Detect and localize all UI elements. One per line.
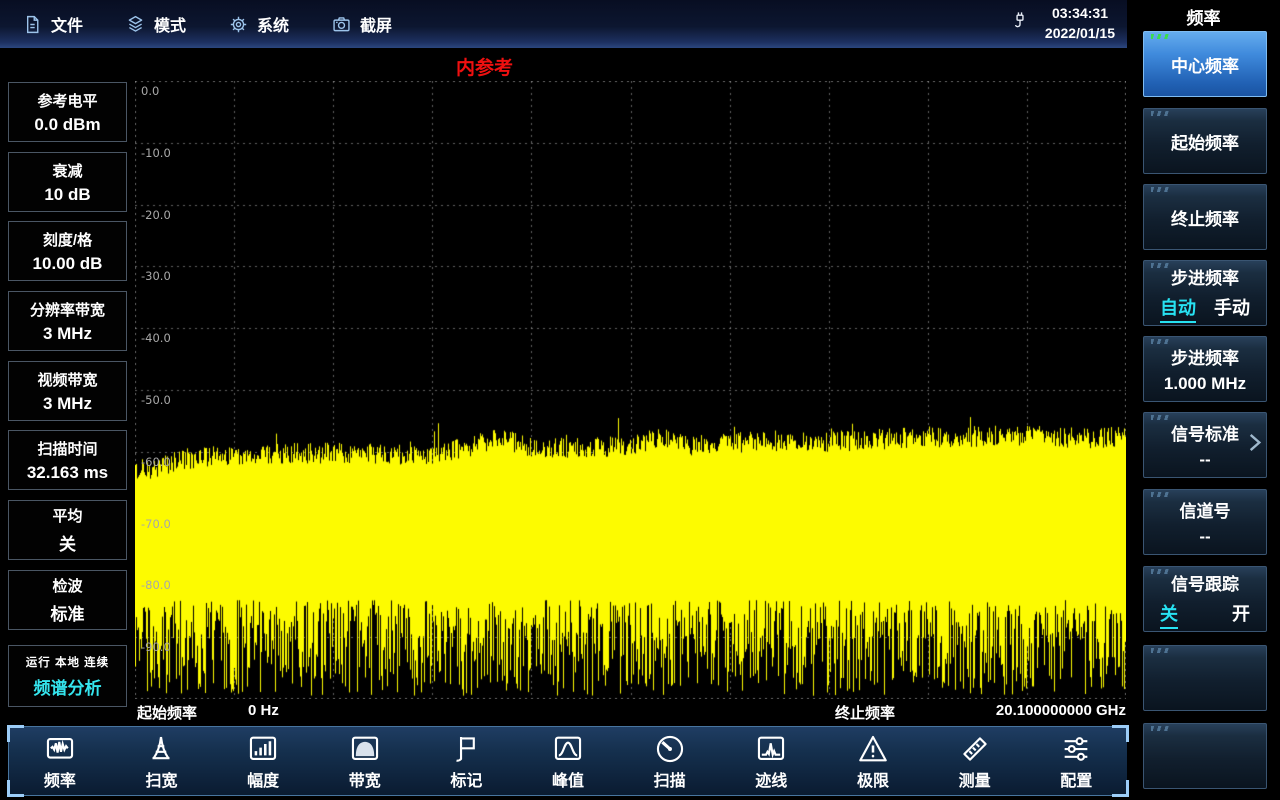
- top-menu: 文件 模式 系统: [0, 0, 1127, 48]
- toolbar-item-marker[interactable]: 标记: [416, 727, 518, 795]
- span-tower-icon: [144, 732, 178, 766]
- softkey-slash-decoration: [1151, 111, 1170, 116]
- menu-item-file[interactable]: 文件: [22, 12, 83, 36]
- toolbar-corner-bracket: [7, 725, 24, 742]
- readout-average: 平均 关: [8, 500, 127, 560]
- gear-icon: [228, 14, 249, 35]
- main-function-toolbar: 频率 扫宽 幅度 带宽: [8, 726, 1128, 796]
- toolbar-item-bandwidth[interactable]: 带宽: [314, 727, 416, 795]
- softkey-slash-decoration: [1151, 415, 1170, 420]
- softkey-blank-2[interactable]: [1143, 723, 1267, 789]
- start-frequency-value: 0 Hz: [248, 702, 279, 719]
- softkey-stop-frequency[interactable]: 终止频率: [1143, 184, 1267, 250]
- spectrum-display: 0.0 -10.0 -20.0 -30.0 -40.0 -50.0 -60.0 -70.0 -8…: [135, 81, 1126, 699]
- chevron-right-icon: [1245, 430, 1265, 461]
- softkey-signal-standard[interactable]: 信号标准 --: [1143, 412, 1267, 478]
- y-axis-tick-label: -30.0: [141, 269, 171, 283]
- softkey-slash-decoration: [1151, 187, 1170, 192]
- topbar-status-area: 03:34:31 2022/01/15: [1009, 0, 1115, 48]
- menu-item-label: 系统: [257, 12, 289, 36]
- toolbar-item-span[interactable]: 扫宽: [111, 727, 213, 795]
- toolbar-item-sweep[interactable]: 扫描: [619, 727, 721, 795]
- y-axis-tick-label: -10.0: [141, 146, 171, 160]
- camera-icon: [331, 14, 352, 35]
- softkey-slash-decoration: [1151, 339, 1170, 344]
- time-text: 03:34:31: [1045, 4, 1115, 24]
- readout-scale-per-div: 刻度/格 10.00 dB: [8, 221, 127, 281]
- toolbar-item-measure[interactable]: 测量: [924, 727, 1026, 795]
- y-axis-tick-label: -20.0: [141, 208, 171, 222]
- menu-item-screenshot[interactable]: 截屏: [331, 12, 392, 36]
- softkey-slash-decoration: [1151, 648, 1170, 653]
- softkey-step-frequency-value[interactable]: 步进频率 1.000 MHz: [1143, 336, 1267, 402]
- amplitude-bars-icon: [246, 732, 280, 766]
- frequency-status-row: 起始频率 0 Hz 终止频率 20.100000000 GHz: [135, 702, 1126, 724]
- clock-display: 03:34:31 2022/01/15: [1045, 4, 1115, 43]
- softkey-channel-number[interactable]: 信道号 --: [1143, 489, 1267, 555]
- top-menu-bar: 文件 模式 系统: [0, 0, 1127, 48]
- readout-sweep-time: 扫描时间 32.163 ms: [8, 430, 127, 490]
- toolbar-item-amplitude[interactable]: 幅度: [212, 727, 314, 795]
- toggle-option-auto[interactable]: 自动: [1160, 294, 1196, 323]
- menu-item-system[interactable]: 系统: [228, 12, 289, 36]
- toggle-option-on[interactable]: 开: [1232, 600, 1250, 629]
- softkey-panel-title: 频率: [1127, 0, 1280, 29]
- menu-item-label: 文件: [51, 12, 83, 36]
- peak-curve-icon: [551, 732, 585, 766]
- softkey-slash-decoration: [1151, 492, 1170, 497]
- stop-frequency-label: 终止频率: [835, 702, 895, 723]
- y-axis-tick-label: -50.0: [141, 393, 171, 407]
- measure-ruler-icon: [958, 732, 992, 766]
- toolbar-item-peak[interactable]: 峰值: [517, 727, 619, 795]
- softkey-start-frequency[interactable]: 起始频率: [1143, 108, 1267, 174]
- softkey-panel: 频率 中心频率 起始频率 终止频率 步进频率 自动 手动 步进频率 1.000 …: [1127, 0, 1280, 800]
- usb-plug-icon: [1009, 9, 1031, 40]
- toggle-option-manual[interactable]: 手动: [1214, 294, 1250, 323]
- softkey-step-frequency-mode[interactable]: 步进频率 自动 手动: [1143, 260, 1267, 326]
- config-sliders-icon: [1059, 732, 1093, 766]
- readout-ref-level: 参考电平 0.0 dBm: [8, 82, 127, 142]
- softkey-slash-decoration: [1151, 34, 1170, 39]
- sweep-dial-icon: [653, 732, 687, 766]
- readout-vbw: 视频带宽 3 MHz: [8, 361, 127, 421]
- menu-item-label: 截屏: [360, 12, 392, 36]
- y-axis-tick-label: -80.0: [141, 578, 171, 592]
- toolbar-corner-bracket: [1112, 725, 1129, 742]
- y-axis-tick-label: -40.0: [141, 331, 171, 345]
- freq-wave-icon: [43, 732, 77, 766]
- trace-spectrum-icon: [754, 732, 788, 766]
- y-axis-tick-label: -70.0: [141, 517, 171, 531]
- menu-item-label: 模式: [154, 12, 186, 36]
- readout-attenuation: 衰减 10 dB: [8, 152, 127, 212]
- layers-icon: [125, 14, 146, 35]
- readout-rbw: 分辨率带宽 3 MHz: [8, 291, 127, 351]
- file-icon: [22, 14, 43, 35]
- toolbar-corner-bracket: [1112, 780, 1129, 797]
- instrument-status-box: 运行 本地 连续 频谱分析: [8, 645, 127, 707]
- start-frequency-label: 起始频率: [137, 702, 197, 723]
- menu-item-mode[interactable]: 模式: [125, 12, 186, 36]
- reference-annunciator: 内参考: [456, 53, 513, 80]
- softkey-center-frequency[interactable]: 中心频率: [1143, 31, 1267, 97]
- softkey-signal-tracking[interactable]: 信号跟踪 关 开: [1143, 566, 1267, 632]
- bandwidth-hump-icon: [348, 732, 382, 766]
- spectrum-trace-canvas: [135, 81, 1126, 699]
- y-axis-tick-label: -60.0: [141, 455, 171, 469]
- toolbar-item-limit[interactable]: 极限: [822, 727, 924, 795]
- softkey-slash-decoration: [1151, 263, 1170, 268]
- readout-detector: 检波 标准: [8, 570, 127, 630]
- toolbar-item-frequency[interactable]: 频率: [9, 727, 111, 795]
- toolbar-corner-bracket: [7, 780, 24, 797]
- softkey-slash-decoration: [1151, 569, 1170, 574]
- y-axis-tick-label: 0.0: [141, 84, 159, 98]
- softkey-slash-decoration: [1151, 726, 1170, 731]
- stop-frequency-value: 20.100000000 GHz: [996, 702, 1126, 719]
- toggle-option-off[interactable]: 关: [1160, 600, 1178, 629]
- softkey-blank-1[interactable]: [1143, 645, 1267, 711]
- marker-flag-icon: [449, 732, 483, 766]
- toolbar-item-trace[interactable]: 迹线: [720, 727, 822, 795]
- limit-warning-icon: [856, 732, 890, 766]
- y-axis-tick-label: -90.0: [141, 640, 171, 654]
- date-text: 2022/01/15: [1045, 24, 1115, 44]
